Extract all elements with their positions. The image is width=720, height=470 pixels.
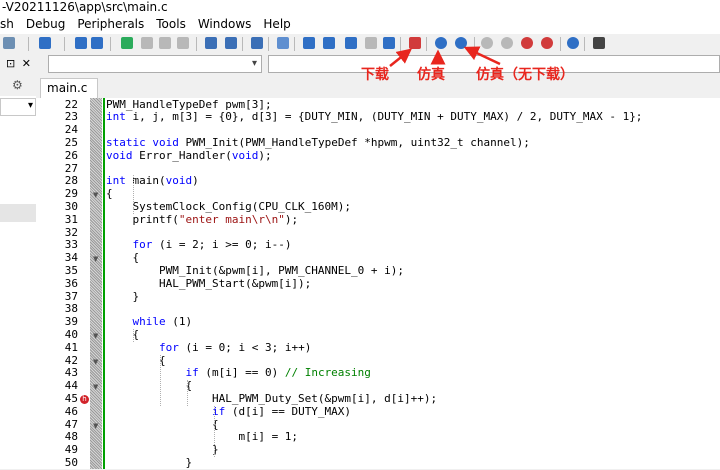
annotation-download: 下载: [361, 67, 389, 83]
annotation-debug: 仿真: [417, 67, 445, 83]
arrow-debug-no-download: [463, 46, 501, 66]
arrow-download: [389, 48, 412, 67]
annotation-arrows: [389, 46, 501, 67]
annotation-debug-no-download: 仿真（无下载）: [476, 67, 574, 83]
